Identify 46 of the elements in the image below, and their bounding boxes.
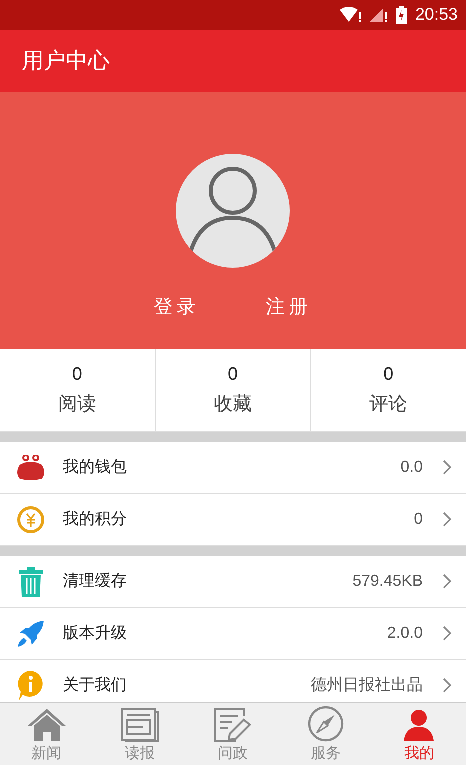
compass-icon (308, 706, 344, 742)
chevron-icon (443, 512, 452, 527)
status-time: 20:53 (415, 5, 458, 25)
stat-cell[interactable]: 0 收藏 (156, 349, 312, 431)
stat-cell[interactable]: 0 阅读 (0, 349, 156, 431)
stat-cell[interactable]: 0 评论 (311, 349, 466, 431)
battery-icon (396, 6, 408, 24)
menu-label: 关于我们 (63, 675, 127, 696)
menu-value: 0 (414, 510, 423, 528)
menu-label: 清理缓存 (63, 571, 127, 592)
coin-icon (17, 506, 45, 534)
menu-row[interactable]: 版本升级 2.0.0 (0, 608, 466, 660)
info-icon (17, 670, 45, 700)
menu-value: 579.45KB (352, 572, 423, 590)
stat-count: 0 (228, 364, 238, 384)
rocket-icon (17, 620, 45, 648)
menu-label: 我的积分 (63, 509, 127, 530)
menu-label: 版本升级 (63, 623, 127, 644)
menu-row[interactable]: 清理缓存 579.45KB (0, 556, 466, 608)
trash-icon (17, 566, 45, 596)
form-edit-icon (214, 708, 252, 742)
wifi-icon (340, 7, 362, 23)
person-icon (402, 708, 436, 742)
stat-label: 收藏 (214, 392, 252, 416)
stat-label: 评论 (370, 392, 408, 416)
register-link[interactable]: 注册 (266, 294, 312, 320)
chevron-icon (443, 678, 452, 693)
stat-label: 阅读 (58, 392, 96, 416)
chevron-icon (443, 626, 452, 641)
purse-icon (17, 454, 45, 480)
avatar-icon[interactable] (176, 154, 290, 268)
menu-value: 德州日报社出品 (311, 676, 423, 696)
chevron-icon (443, 574, 452, 589)
stat-count: 0 (384, 364, 394, 384)
menu-label: 我的钱包 (63, 457, 127, 478)
menu-value: 2.0.0 (387, 624, 423, 642)
menu-value: 0.0 (400, 458, 423, 476)
login-link[interactable]: 登录 (154, 294, 200, 320)
menu-row[interactable]: 我的钱包 0.0 (0, 442, 466, 494)
chevron-icon (443, 460, 452, 475)
signal-icon (370, 7, 388, 23)
newspaper-icon (120, 708, 159, 742)
home-icon (26, 708, 67, 742)
stat-count: 0 (72, 364, 82, 384)
page-title: 用户中心 (22, 48, 110, 76)
nav-tab[interactable]: 我的 (372, 703, 466, 765)
